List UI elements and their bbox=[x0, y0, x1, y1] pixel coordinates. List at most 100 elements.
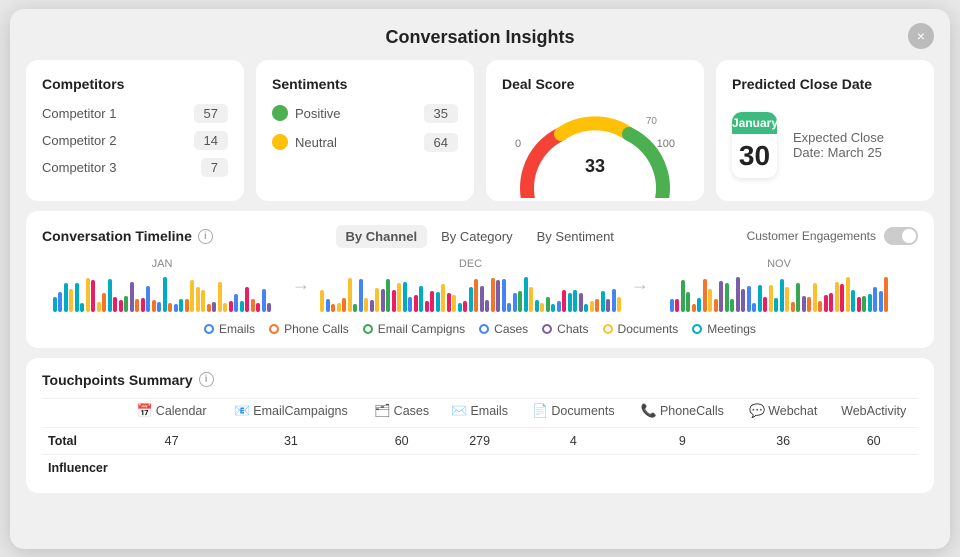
customer-engagements-toggle-row: Customer Engagements bbox=[747, 227, 918, 245]
timeline-bar bbox=[824, 295, 828, 312]
email-campaigns-legend-dot bbox=[363, 324, 373, 334]
timeline-bar bbox=[190, 280, 194, 312]
documents-legend-dot bbox=[603, 324, 613, 334]
tab-by-channel[interactable]: By Channel bbox=[336, 225, 428, 248]
row-total-emails: 279 bbox=[440, 427, 519, 454]
timeline-bar bbox=[201, 290, 205, 312]
timeline-bar bbox=[557, 301, 561, 312]
timeline-bar bbox=[884, 277, 888, 312]
timeline-bars-jan bbox=[53, 274, 272, 312]
row-total-cases: 60 bbox=[363, 427, 440, 454]
timeline-bar bbox=[64, 283, 68, 312]
timeline-bar bbox=[130, 282, 134, 312]
timeline-bar bbox=[469, 287, 473, 312]
timeline-bars-dec bbox=[320, 274, 621, 312]
neutral-badge: 64 bbox=[424, 133, 458, 152]
timeline-tabs[interactable]: By Channel By Category By Sentiment bbox=[336, 225, 624, 248]
competitor-3-name: Competitor 3 bbox=[42, 160, 116, 175]
timeline-bar bbox=[802, 296, 806, 312]
timeline-chart: JAN → DEC → NOV bbox=[42, 258, 918, 312]
timeline-bar bbox=[447, 293, 451, 312]
row-total-label: Total bbox=[42, 427, 124, 454]
legend-cases: Cases bbox=[479, 322, 528, 336]
legend-meetings: Meetings bbox=[692, 322, 756, 336]
sentiments-card: Sentiments Positive 35 Neutral 64 bbox=[256, 60, 474, 201]
gauge-70-label: 70 bbox=[646, 116, 657, 127]
timeline-bar bbox=[879, 291, 883, 312]
tab-by-sentiment[interactable]: By Sentiment bbox=[527, 225, 624, 248]
touchpoints-section: Touchpoints Summary i 📅Calendar 📧EmailCa… bbox=[26, 358, 934, 493]
timeline-bar bbox=[234, 294, 238, 312]
timeline-bar bbox=[480, 286, 484, 312]
customer-engagements-toggle[interactable] bbox=[884, 227, 918, 245]
timeline-bar bbox=[75, 283, 79, 312]
timeline-title-group: Conversation Timeline i bbox=[42, 228, 213, 244]
cards-row: Competitors Competitor 1 57 Competitor 2… bbox=[10, 60, 950, 211]
timeline-bar bbox=[540, 303, 544, 312]
timeline-bar bbox=[452, 295, 456, 312]
timeline-bar bbox=[245, 287, 249, 312]
emails-legend-dot bbox=[204, 324, 214, 334]
timeline-bar bbox=[535, 300, 539, 312]
legend-phone-calls: Phone Calls bbox=[269, 322, 349, 336]
timeline-bar bbox=[326, 299, 330, 312]
timeline-bar bbox=[212, 302, 216, 312]
competitor-1-badge: 57 bbox=[194, 104, 228, 123]
month-dec-label: DEC bbox=[459, 258, 482, 270]
timeline-bar bbox=[91, 280, 95, 312]
timeline-bar bbox=[223, 303, 227, 312]
timeline-bar bbox=[747, 286, 751, 312]
timeline-bar bbox=[791, 302, 795, 312]
timeline-bar bbox=[108, 279, 112, 312]
th-cases: 🗂Cases bbox=[363, 398, 440, 427]
competitor-1-name: Competitor 1 bbox=[42, 106, 116, 121]
cases-legend-dot bbox=[479, 324, 489, 334]
timeline-bar bbox=[359, 279, 363, 312]
timeline-bar bbox=[168, 303, 172, 312]
emails-legend-label: Emails bbox=[219, 322, 255, 336]
predicted-close-title: Predicted Close Date bbox=[732, 76, 918, 92]
timeline-bar bbox=[524, 277, 528, 312]
legend-row: Emails Phone Calls Email Campigns Cases … bbox=[42, 322, 918, 336]
timeline-bar bbox=[218, 282, 222, 312]
calendar-box: January 30 bbox=[732, 112, 777, 178]
gauge-container: 70 0 100 33 bbox=[502, 104, 688, 177]
timeline-bar bbox=[529, 287, 533, 312]
timeline-bar bbox=[708, 289, 712, 312]
timeline-bar bbox=[353, 304, 357, 312]
timeline-bar bbox=[785, 287, 789, 312]
timeline-bar bbox=[568, 293, 572, 312]
timeline-bar bbox=[207, 304, 211, 312]
timeline-bar bbox=[425, 301, 429, 312]
meetings-legend-label: Meetings bbox=[707, 322, 756, 336]
timeline-bar bbox=[829, 293, 833, 312]
deal-score-title: Deal Score bbox=[502, 76, 688, 92]
th-calendar: 📅Calendar bbox=[124, 398, 218, 427]
tab-by-category[interactable]: By Category bbox=[431, 225, 523, 248]
close-button[interactable]: × bbox=[908, 23, 934, 49]
timeline-bar bbox=[513, 293, 517, 312]
timeline-bar bbox=[736, 277, 740, 312]
timeline-bar bbox=[240, 301, 244, 312]
sentiment-positive-row: Positive 35 bbox=[272, 104, 458, 123]
timeline-bar bbox=[670, 299, 674, 312]
timeline-bar bbox=[774, 298, 778, 312]
timeline-bar bbox=[868, 294, 872, 312]
timeline-bar bbox=[113, 297, 117, 312]
chats-legend-dot bbox=[542, 324, 552, 334]
timeline-bar bbox=[229, 301, 233, 312]
neutral-text: Neutral bbox=[295, 135, 337, 150]
month-jan-label: JAN bbox=[152, 258, 173, 270]
phone-calls-legend-dot bbox=[269, 324, 279, 334]
timeline-bar bbox=[551, 304, 555, 312]
month-nov-label: NOV bbox=[767, 258, 791, 270]
arrow-1: → bbox=[292, 274, 310, 295]
timeline-bar bbox=[873, 287, 877, 312]
row-influencer-web-activity bbox=[829, 454, 918, 481]
timeline-bar bbox=[370, 300, 374, 312]
touchpoints-header: Touchpoints Summary i bbox=[42, 372, 918, 388]
timeline-bar bbox=[502, 279, 506, 312]
competitors-card: Competitors Competitor 1 57 Competitor 2… bbox=[26, 60, 244, 201]
timeline-bar bbox=[256, 303, 260, 312]
timeline-bar bbox=[179, 299, 183, 312]
